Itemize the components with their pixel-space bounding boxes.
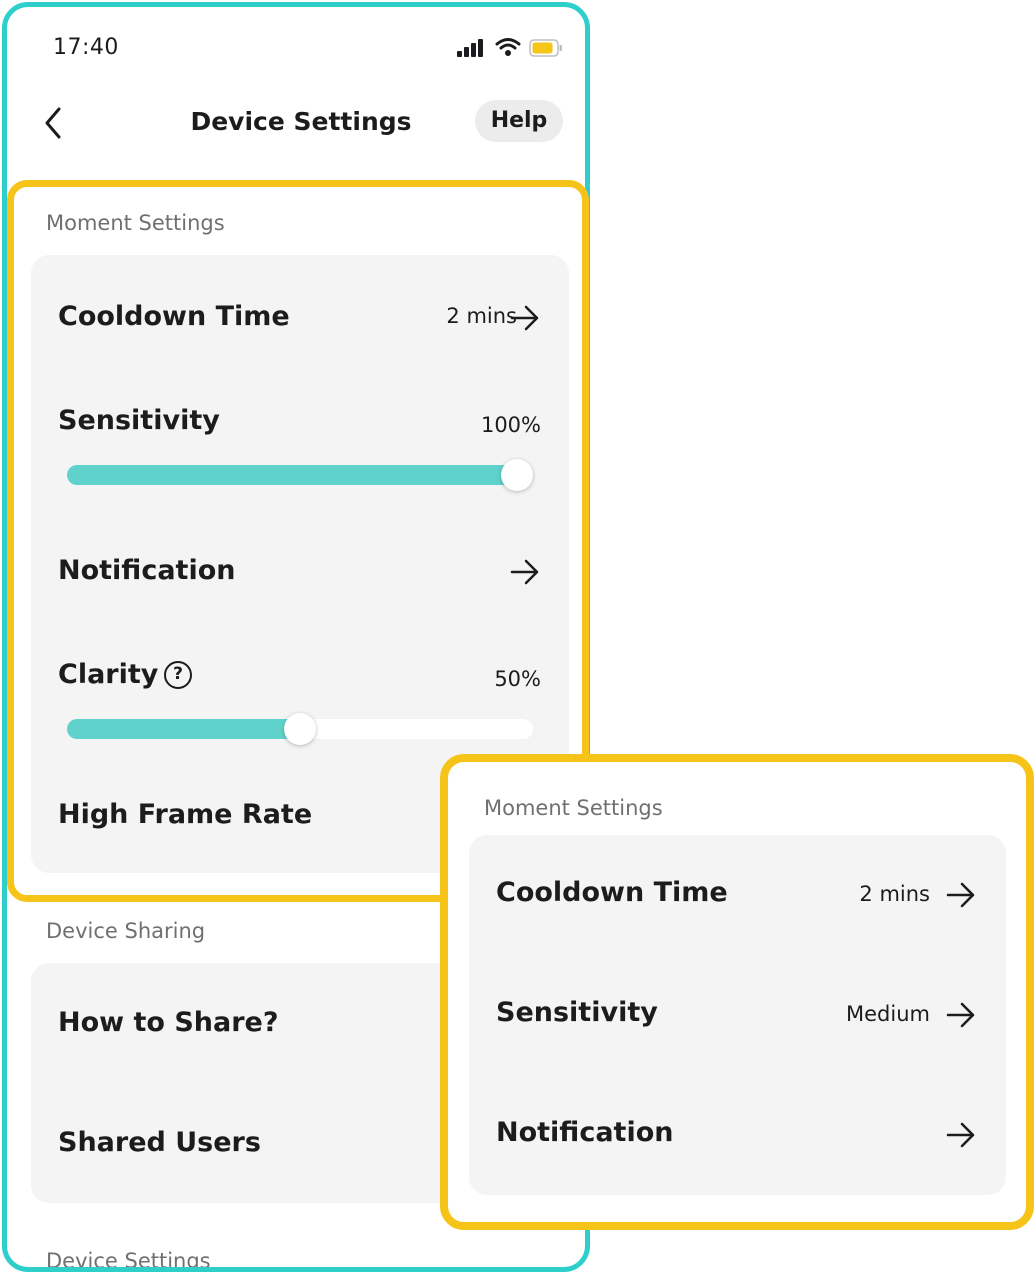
wifi-icon — [495, 38, 521, 56]
section-label-device-settings: Device Settings — [46, 1249, 211, 1272]
inset-section-label: Moment Settings — [484, 796, 663, 820]
help-button[interactable]: Help — [475, 100, 563, 142]
battery-icon — [529, 39, 562, 57]
inset-sensitivity-title[interactable]: Sensitivity — [496, 997, 658, 1028]
moment-settings-inset: Moment Settings Cooldown Time 2 mins Sen… — [440, 754, 1034, 1230]
arrow-right-icon[interactable] — [945, 881, 977, 909]
inset-card: Cooldown Time 2 mins Sensitivity Medium … — [469, 835, 1006, 1195]
inset-notification-title[interactable]: Notification — [496, 1117, 673, 1148]
how-to-share-title[interactable]: How to Share? — [58, 1007, 279, 1038]
status-time: 17:40 — [53, 35, 119, 60]
signal-icon — [457, 39, 487, 57]
inset-cooldown-title[interactable]: Cooldown Time — [496, 877, 728, 908]
status-icons — [457, 37, 572, 59]
section-label-sharing: Device Sharing — [46, 919, 206, 943]
inset-cooldown-value: 2 mins — [859, 882, 930, 906]
shared-users-title[interactable]: Shared Users — [58, 1127, 261, 1158]
arrow-right-icon[interactable] — [945, 1121, 977, 1149]
inset-sensitivity-value: Medium — [846, 1002, 930, 1026]
arrow-right-icon[interactable] — [945, 1001, 977, 1029]
